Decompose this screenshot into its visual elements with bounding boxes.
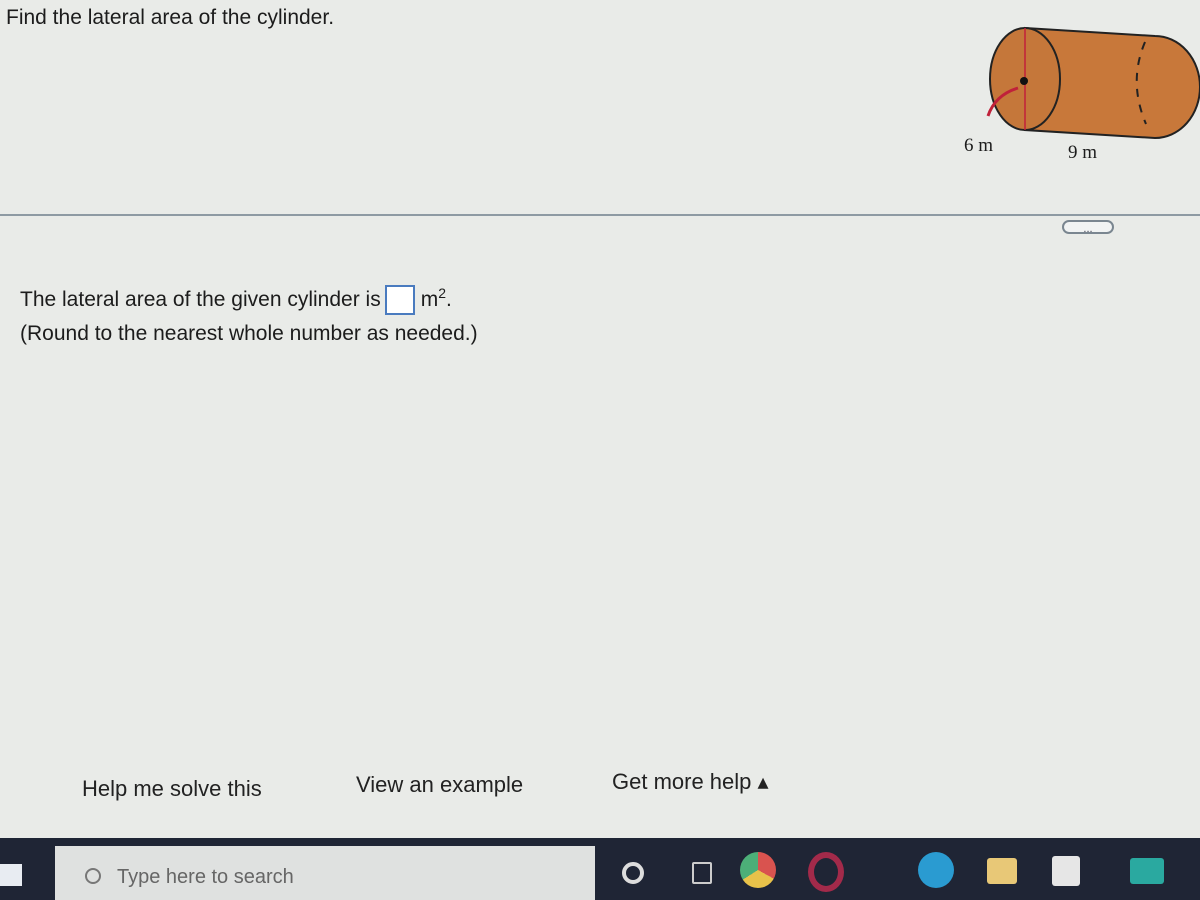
more-options-button[interactable]: ... bbox=[1062, 220, 1114, 235]
search-placeholder: Type here to search bbox=[117, 866, 294, 888]
answer-section: The lateral area of the given cylinder i… bbox=[20, 276, 478, 351]
answer-suffix: . bbox=[446, 288, 452, 311]
chrome-icon[interactable] bbox=[740, 852, 776, 888]
unit: m bbox=[420, 288, 439, 311]
cylinder-diagram bbox=[986, 26, 1200, 140]
radius-label: 6 m bbox=[964, 135, 994, 156]
answer-prefix: The lateral area of the given cylinder i… bbox=[20, 288, 381, 311]
search-icon bbox=[85, 868, 101, 884]
task-view-icon[interactable] bbox=[692, 862, 712, 884]
edge-icon[interactable] bbox=[918, 852, 954, 888]
divider bbox=[0, 214, 1200, 216]
get-more-help-button[interactable]: Get more help ▴ bbox=[612, 769, 769, 795]
cylinder-figure: 6 m 9 m bbox=[950, 20, 1200, 170]
file-explorer-icon[interactable] bbox=[987, 858, 1017, 884]
windows-start-icon[interactable] bbox=[0, 864, 22, 886]
question-text: Find the lateral area of the cylinder. bbox=[6, 6, 335, 29]
taskbar-search[interactable]: Type here to search bbox=[55, 846, 595, 900]
height-label: 9 m bbox=[1068, 142, 1098, 163]
answer-input[interactable] bbox=[384, 285, 415, 316]
cortana-icon[interactable] bbox=[622, 862, 644, 884]
rounding-note: (Round to the nearest whole number as ne… bbox=[20, 322, 478, 345]
view-example-button[interactable]: View an example bbox=[356, 772, 523, 798]
store-icon[interactable] bbox=[1052, 856, 1080, 886]
unit-exponent: 2 bbox=[438, 285, 446, 301]
opera-icon[interactable] bbox=[808, 852, 844, 892]
mail-icon[interactable] bbox=[1130, 858, 1164, 884]
help-me-solve-button[interactable]: Help me solve this bbox=[82, 776, 262, 802]
